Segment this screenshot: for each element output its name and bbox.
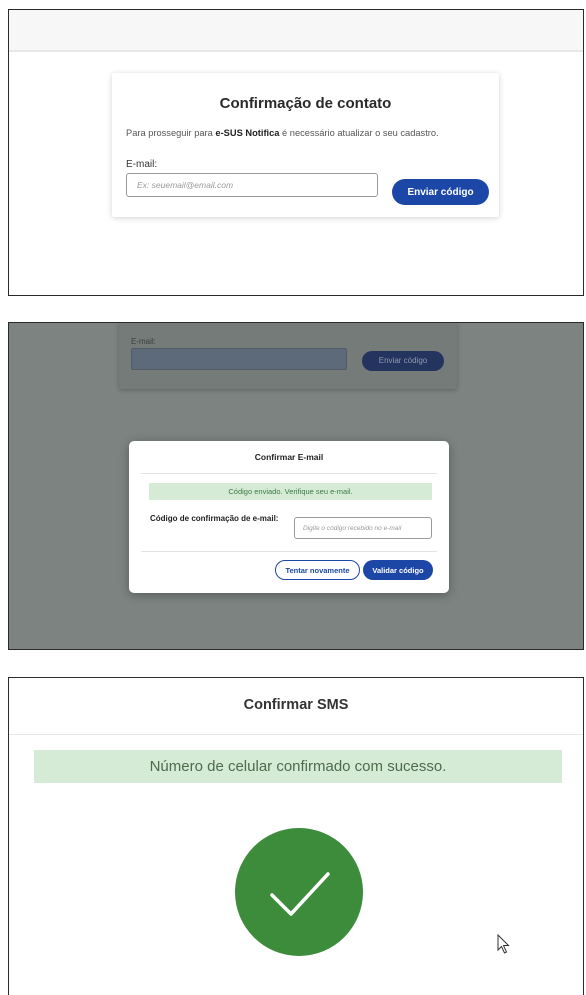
background-send-code-button: Enviar código <box>362 351 444 371</box>
confirmation-code-input[interactable] <box>294 517 432 539</box>
contact-confirmation-card: Confirmação de contato Para prosseguir p… <box>112 73 499 217</box>
email-label: E-mail: <box>126 159 158 170</box>
background-email-card: E-mail: Enviar código <box>119 323 457 389</box>
top-bar <box>9 10 583 52</box>
email-confirmation-panel: E-mail: Enviar código Confirmar E-mail C… <box>8 322 584 650</box>
modal-footer-divider <box>141 551 437 552</box>
contact-confirmation-panel: Confirmação de contato Para prosseguir p… <box>8 9 584 296</box>
email-input[interactable] <box>126 173 378 197</box>
send-code-button[interactable]: Enviar código <box>392 179 489 205</box>
code-sent-alert: Código enviado. Verifique seu e-mail. <box>149 483 432 500</box>
modal-title: Confirmar E-mail <box>254 452 324 462</box>
description-suffix: é necessário atualizar o seu cadastro. <box>279 128 439 138</box>
app-name: e-SUS Notifica <box>215 128 280 138</box>
sms-confirmation-panel: Confirmar SMS Número de celular confirma… <box>8 677 584 995</box>
retry-button[interactable]: Tentar novamente <box>275 560 360 580</box>
sms-success-alert: Número de celular confirmado com sucesso… <box>34 750 562 783</box>
checkmark-circle-icon <box>235 828 363 956</box>
validate-code-button[interactable]: Validar código <box>363 560 433 580</box>
title-divider <box>9 734 583 735</box>
background-email-input <box>131 348 347 370</box>
confirmation-code-label: Código de confirmação de e-mail: <box>150 514 279 523</box>
modal-divider <box>141 473 437 474</box>
background-email-label: E-mail: <box>131 337 156 346</box>
mouse-cursor-icon <box>497 934 510 954</box>
page-title: Confirmação de contato <box>219 95 392 112</box>
confirm-email-modal: Confirmar E-mail Código enviado. Verifiq… <box>129 441 449 593</box>
sms-title: Confirmar SMS <box>243 697 349 713</box>
description-text: Para prosseguir para e-SUS Notifica é ne… <box>126 128 439 138</box>
description-prefix: Para prosseguir para <box>126 128 216 138</box>
